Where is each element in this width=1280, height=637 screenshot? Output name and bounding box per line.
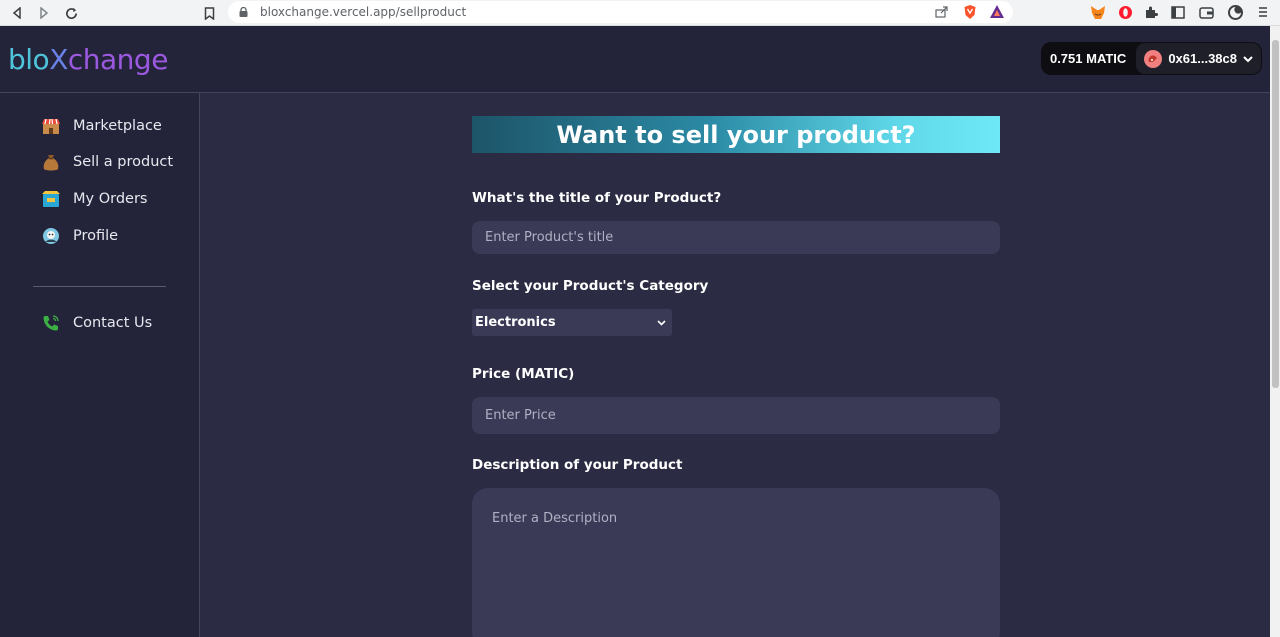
- scrollbar-thumb[interactable]: [1272, 40, 1279, 388]
- money-bag-icon: [40, 151, 62, 173]
- profile-icon[interactable]: [1226, 3, 1244, 21]
- url-text: bloxchange.vercel.app/sellproduct: [260, 5, 467, 19]
- category-select[interactable]: Electronics: [472, 309, 672, 336]
- brave-shield-icon[interactable]: [963, 4, 977, 25]
- chevron-down-icon: [657, 315, 666, 330]
- profile-icon: [40, 225, 62, 247]
- menu-icon[interactable]: [1254, 3, 1272, 21]
- reload-icon[interactable]: [61, 3, 81, 23]
- logo-part-x: X: [49, 43, 68, 76]
- sidebar-item-contact-us[interactable]: Contact Us: [40, 312, 152, 334]
- sidebar-icon[interactable]: [1169, 3, 1187, 21]
- bookmark-icon[interactable]: [199, 3, 219, 23]
- product-title-input[interactable]: [472, 221, 1000, 254]
- description-label: Description of your Product: [472, 457, 683, 473]
- account-avatar-icon: [1144, 49, 1163, 68]
- account-address: 0x61...38c8: [1168, 51, 1237, 66]
- category-selected-value: Electronics: [475, 315, 556, 330]
- wallet-icon[interactable]: [1197, 3, 1215, 21]
- chevron-down-icon: [1243, 51, 1253, 66]
- sidebar-item-profile[interactable]: Profile: [40, 225, 118, 247]
- extensions-icon[interactable]: [1142, 3, 1160, 21]
- metamask-icon[interactable]: [1089, 3, 1107, 21]
- browser-toolbar: bloxchange.vercel.app/sellproduct: [0, 0, 1280, 26]
- brave-rewards-icon[interactable]: [989, 4, 1005, 24]
- account-button[interactable]: 0x61...38c8: [1136, 43, 1261, 74]
- sidebar-divider: [33, 286, 166, 287]
- forward-icon[interactable]: [34, 3, 54, 23]
- lock-icon: [238, 7, 248, 17]
- product-title-label: What's the title of your Product?: [472, 190, 722, 206]
- sidebar-item-label: Sell a product: [73, 154, 174, 170]
- address-bar[interactable]: bloxchange.vercel.app/sellproduct: [228, 1, 1013, 23]
- wallet-balance: 0.751 MATIC: [1049, 51, 1127, 66]
- category-label: Select your Product's Category: [472, 278, 709, 294]
- page-title-banner: Want to sell your product?: [472, 116, 1000, 153]
- price-input[interactable]: [472, 397, 1000, 434]
- marketplace-icon: [40, 115, 62, 137]
- logo-part-change: change: [67, 43, 169, 76]
- sidebar-item-marketplace[interactable]: Marketplace: [40, 115, 162, 137]
- back-icon[interactable]: [7, 3, 27, 23]
- logo[interactable]: bloXchange: [8, 43, 168, 76]
- opera-icon[interactable]: [1116, 3, 1134, 21]
- sidebar-item-label: Profile: [73, 228, 119, 244]
- logo-part-blo: blo: [8, 43, 50, 76]
- sidebar-item-label: Contact Us: [73, 315, 153, 331]
- sidebar-item-my-orders[interactable]: My Orders: [40, 188, 147, 210]
- wallet-connect: 0.751 MATIC 0x61...38c8: [1040, 42, 1262, 75]
- sidebar-item-label: My Orders: [73, 191, 148, 207]
- share-icon[interactable]: [935, 5, 949, 23]
- page-title: Want to sell your product?: [556, 120, 916, 149]
- price-label: Price (MATIC): [472, 366, 575, 382]
- sidebar-item-sell-a-product[interactable]: Sell a product: [40, 151, 173, 173]
- sidebar-item-label: Marketplace: [73, 118, 162, 134]
- orders-icon: [40, 188, 62, 210]
- app-header: bloXchange 0.751 MATIC 0x61...38c8: [0, 26, 1270, 93]
- phone-icon: [40, 312, 62, 334]
- description-textarea[interactable]: [472, 488, 1000, 637]
- sidebar: Marketplace Sell a product My Orders Pro…: [0, 93, 200, 637]
